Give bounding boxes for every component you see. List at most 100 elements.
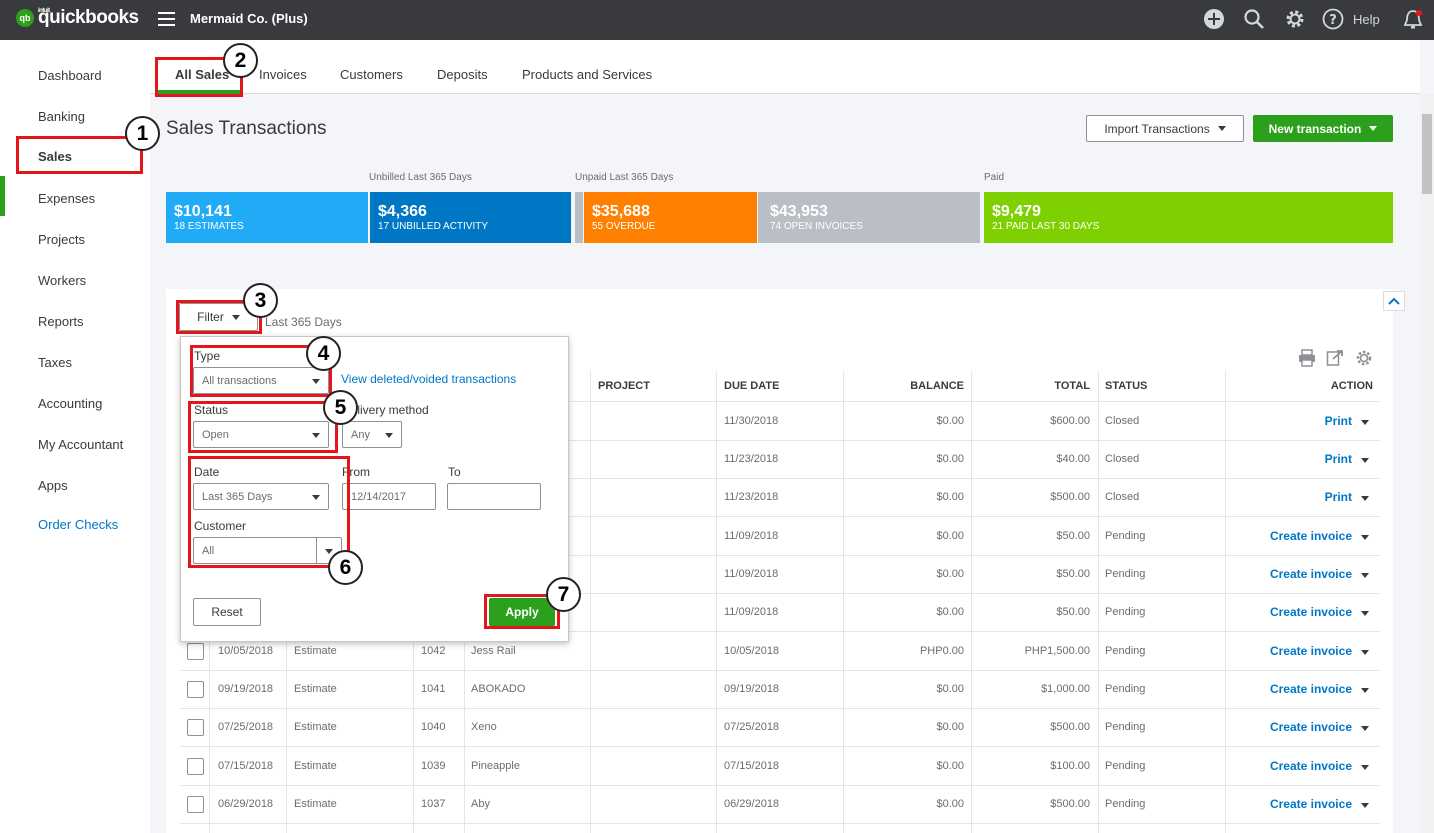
row-checkbox[interactable] xyxy=(187,719,204,736)
cell-status: Pending xyxy=(1105,568,1146,580)
cell-status: Pending xyxy=(1105,760,1146,772)
search-icon[interactable] xyxy=(1243,8,1265,30)
delivery-method-select[interactable]: Any xyxy=(342,421,402,448)
header-total[interactable]: TOTAL xyxy=(1010,380,1090,392)
row-action-caret-icon[interactable] xyxy=(1361,611,1369,616)
cell-status: Closed xyxy=(1105,453,1140,465)
from-date-input[interactable]: 12/14/2017 xyxy=(342,483,436,510)
to-date-input[interactable] xyxy=(447,483,541,510)
nav-expenses[interactable]: Expenses xyxy=(38,191,95,206)
cell-date: 10/05/2018 xyxy=(218,645,274,657)
cell-status: Pending xyxy=(1105,530,1146,542)
cell-due-date: 11/30/2018 xyxy=(724,415,779,427)
unbilled-activity-stat[interactable]: $4,366 17 UNBILLED ACTIVITY xyxy=(370,192,571,243)
annotation-badge-3: 3 xyxy=(243,283,278,318)
nav-banking[interactable]: Banking xyxy=(38,109,85,124)
unbilled-label: Unbilled Last 365 Days xyxy=(369,172,472,183)
quickbooks-logo[interactable]: qb intuit quickbooks xyxy=(16,8,139,27)
header-project[interactable]: PROJECT xyxy=(598,380,650,392)
row-checkbox[interactable] xyxy=(187,796,204,813)
row-divider xyxy=(180,670,1380,671)
hamburger-menu-icon[interactable] xyxy=(158,12,175,26)
tab-deposits[interactable]: Deposits xyxy=(437,67,488,82)
estimates-stat[interactable]: $10,141 18 ESTIMATES xyxy=(166,192,368,243)
cell-balance: $0.00 xyxy=(936,415,964,427)
bell-icon[interactable] xyxy=(1402,8,1424,32)
row-checkbox[interactable] xyxy=(187,758,204,775)
cell-status: Pending xyxy=(1105,645,1146,657)
create-invoice-link[interactable]: Create invoice xyxy=(1230,567,1352,581)
stat-amount: $10,141 xyxy=(174,203,232,220)
create-invoice-link[interactable]: Create invoice xyxy=(1230,720,1352,734)
row-divider xyxy=(180,746,1380,747)
paid-stat[interactable]: $9,479 21 PAID LAST 30 DAYS xyxy=(984,192,1393,243)
overdue-stat[interactable]: $35,688 55 OVERDUE xyxy=(584,192,757,243)
print-icon[interactable] xyxy=(1298,349,1316,367)
create-invoice-link[interactable]: Create invoice xyxy=(1230,605,1352,619)
annotation-badge-4: 4 xyxy=(306,336,341,371)
row-action-caret-icon[interactable] xyxy=(1361,803,1369,808)
import-transactions-button[interactable]: Import Transactions xyxy=(1086,115,1244,142)
row-checkbox[interactable] xyxy=(187,681,204,698)
open-invoices-stat[interactable]: $43,953 74 OPEN INVOICES xyxy=(758,192,980,243)
nav-taxes[interactable]: Taxes xyxy=(38,355,72,370)
cell-balance: $0.00 xyxy=(936,683,964,695)
row-action-caret-icon[interactable] xyxy=(1361,420,1369,425)
nav-accounting[interactable]: Accounting xyxy=(38,396,102,411)
cell-due-date: 07/25/2018 xyxy=(724,721,780,733)
filter-summary: Last 365 Days xyxy=(265,315,342,329)
create-invoice-link[interactable]: Create invoice xyxy=(1230,644,1352,658)
cell-total: $50.00 xyxy=(1056,568,1090,580)
header-due-date[interactable]: DUE DATE xyxy=(724,380,779,392)
create-invoice-link[interactable]: Create invoice xyxy=(1230,529,1352,543)
row-action-caret-icon[interactable] xyxy=(1361,573,1369,578)
help-link[interactable]: Help xyxy=(1353,12,1380,27)
help-icon[interactable]: ? xyxy=(1322,8,1344,30)
row-action-caret-icon[interactable] xyxy=(1361,458,1369,463)
row-action-caret-icon[interactable] xyxy=(1361,535,1369,540)
print-link[interactable]: Print xyxy=(1230,490,1352,504)
row-action-caret-icon[interactable] xyxy=(1361,650,1369,655)
collapse-button[interactable] xyxy=(1383,291,1405,311)
row-divider xyxy=(180,708,1380,709)
print-link[interactable]: Print xyxy=(1230,452,1352,466)
print-link[interactable]: Print xyxy=(1230,414,1352,428)
view-deleted-link[interactable]: View deleted/voided transactions xyxy=(341,372,516,386)
tab-products-services[interactable]: Products and Services xyxy=(522,67,652,82)
cell-customer: Xeno xyxy=(471,721,497,733)
row-action-caret-icon[interactable] xyxy=(1361,688,1369,693)
nav-my-accountant[interactable]: My Accountant xyxy=(38,437,123,452)
header-balance[interactable]: BALANCE xyxy=(880,380,964,392)
new-transaction-button[interactable]: New transaction xyxy=(1253,115,1393,142)
row-action-caret-icon[interactable] xyxy=(1361,496,1369,501)
nav-workers[interactable]: Workers xyxy=(38,273,86,288)
cell-customer: Pineapple xyxy=(471,760,520,772)
settings-gear-icon[interactable] xyxy=(1355,349,1373,367)
paid-label: Paid xyxy=(984,172,1005,183)
export-icon[interactable] xyxy=(1326,349,1344,367)
tab-customers[interactable]: Customers xyxy=(340,67,403,82)
create-invoice-link[interactable]: Create invoice xyxy=(1230,682,1352,696)
plus-icon[interactable] xyxy=(1203,8,1225,30)
cell-due-date: 11/23/2018 xyxy=(724,491,779,503)
stat-subtitle: 74 OPEN INVOICES xyxy=(770,221,863,232)
create-invoice-link[interactable]: Create invoice xyxy=(1230,759,1352,773)
row-action-caret-icon[interactable] xyxy=(1361,765,1369,770)
nav-apps[interactable]: Apps xyxy=(38,478,68,493)
nav-reports[interactable]: Reports xyxy=(38,314,84,329)
cell-status: Pending xyxy=(1105,606,1146,618)
header-status[interactable]: STATUS xyxy=(1105,380,1147,392)
cell-balance: $0.00 xyxy=(936,568,964,580)
create-invoice-link[interactable]: Create invoice xyxy=(1230,797,1352,811)
row-checkbox[interactable] xyxy=(187,643,204,660)
row-action-caret-icon[interactable] xyxy=(1361,726,1369,731)
tab-invoices[interactable]: Invoices xyxy=(259,67,307,82)
col-divider xyxy=(590,371,591,833)
page-scrollbar[interactable] xyxy=(1420,94,1434,833)
nav-dashboard[interactable]: Dashboard xyxy=(38,68,102,83)
scrollbar-thumb[interactable] xyxy=(1422,114,1432,194)
nav-projects[interactable]: Projects xyxy=(38,232,85,247)
gear-icon[interactable] xyxy=(1284,8,1306,30)
nav-order-checks[interactable]: Order Checks xyxy=(38,517,118,532)
reset-button[interactable]: Reset xyxy=(193,598,261,626)
